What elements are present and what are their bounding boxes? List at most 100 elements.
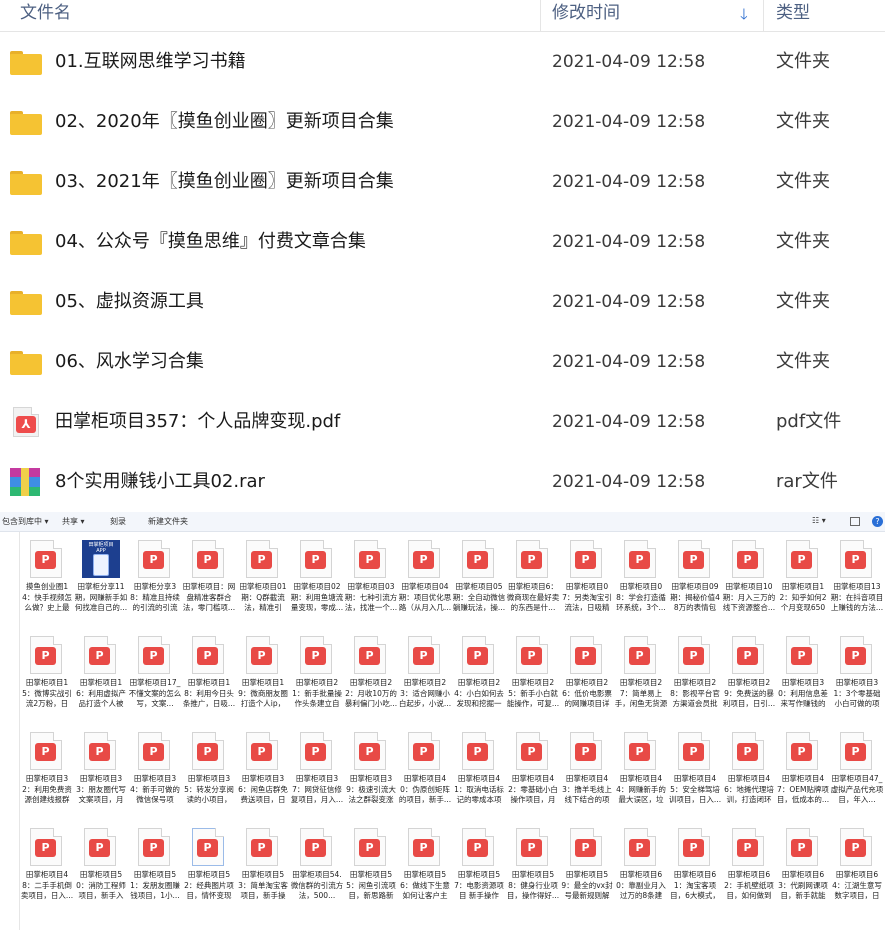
column-divider[interactable]	[763, 0, 764, 32]
file-row[interactable]: 8个实用赚钱小工具02.rar 2021-04-09 12:58 rar文件	[0, 452, 885, 512]
file-thumbnail[interactable]: P 田掌柜分享38：精准且持续的引流的引流方...	[128, 540, 182, 636]
file-thumbnail[interactable]: P 田掌柜项目47_虚拟产品代充项目，年入...	[830, 732, 884, 828]
file-row[interactable]: 02、2020年〖摸鱼创业圈〗更新项目合集 2021-04-09 12:58 文件夹	[0, 92, 885, 152]
file-thumbnail[interactable]: P 田掌柜项目15：微博实战引流2万粉，日入...	[20, 636, 74, 732]
file-thumbnail[interactable]: P 田掌柜项目03期：七种引流方法，找准一个...	[344, 540, 398, 636]
burn-button[interactable]: 刻录	[110, 516, 126, 527]
file-thumbnail[interactable]: P 田掌柜项目37：网贷征信修复项目，月入...	[290, 732, 344, 828]
file-thumbnail[interactable]: 田掌柜项目 APP 田掌柜分享11期，网赚新手如何找准自己的...	[74, 540, 128, 636]
file-name[interactable]: 05、虚拟资源工具	[55, 272, 204, 332]
navigation-pane[interactable]	[0, 532, 20, 930]
file-thumbnail[interactable]: P 田掌柜项目64：江湖生意写数字项目，日入...	[830, 828, 884, 924]
pdf-icon: P	[732, 636, 764, 674]
file-thumbnail[interactable]: P 田掌柜项目6：微商现在最好卖的东西是什...	[506, 540, 560, 636]
file-thumbnail[interactable]: P 田掌柜项目05期：全自动微信躺赚玩法，操...	[452, 540, 506, 636]
preview-pane-icon[interactable]	[850, 517, 860, 526]
file-thumbnail[interactable]: P 田掌柜项目13期：在抖音项目上赚钱的方法...	[830, 540, 884, 636]
file-thumbnail[interactable]: P 田掌柜项目04期：项目优化思路（从月入几...	[398, 540, 452, 636]
file-row[interactable]: 05、虚拟资源工具 2021-04-09 12:58 文件夹	[0, 272, 885, 332]
file-thumbnail[interactable]: P 田掌柜项目31：3个零基础小白可做的项目...	[830, 636, 884, 732]
explorer-thumbnail-view: 包含到库中 ▾ 共享 ▾ 刻录 新建文件夹 ☷ ▾ ? P 摸鱼创业圈14：快手视…	[0, 512, 885, 930]
file-thumbnail[interactable]: P 田掌柜项目01期：Q群截流法，精准引流，...	[236, 540, 290, 636]
column-header-name[interactable]: 文件名	[20, 0, 71, 32]
file-thumbnail[interactable]: P 田掌柜项目23：适合网赚小白起步，小说...	[398, 636, 452, 732]
file-thumbnail[interactable]: P 田掌柜项目57：电影资源项目 新手操作日...	[452, 828, 506, 924]
file-thumbnail[interactable]: P 田掌柜项目41：取消电话标记的零成本项目...	[452, 732, 506, 828]
file-thumbnail[interactable]: P 田掌柜项目59：最全的vx封号最新规则解读...	[560, 828, 614, 924]
file-thumbnail[interactable]: P 田掌柜项目10期：月入三万的线下资源整合...	[722, 540, 776, 636]
file-thumbnail[interactable]: P 田掌柜项目32：利用免费资源创建线报群组...	[20, 732, 74, 828]
file-thumbnail[interactable]: P 田掌柜项目26：低价电影票的网赚项目详解...	[560, 636, 614, 732]
file-thumbnail[interactable]: P 田掌柜项目45：安全梯驾培训项目，日入...	[668, 732, 722, 828]
file-thumbnail[interactable]: P 田掌柜项目29：免费送的暴利项目，日引...	[722, 636, 776, 732]
file-thumbnail[interactable]: P 田掌柜项目40：伪原创矩阵的项目，新手...	[398, 732, 452, 828]
file-name[interactable]: 06、风水学习合集	[55, 332, 204, 392]
new-folder-button[interactable]: 新建文件夹	[148, 516, 188, 527]
file-row[interactable]: 04、公众号『摸鱼思维』付费文章合集 2021-04-09 12:58 文件夹	[0, 212, 885, 272]
file-thumbnail[interactable]: P 摸鱼创业圈14：快手视频怎么做？史上最强...	[20, 540, 74, 636]
file-thumbnail[interactable]: P 田掌柜项目22：月收10万的暴利偏门小吃...	[344, 636, 398, 732]
file-thumbnail[interactable]: P 田掌柜项目02期：利用鱼塘流量变现，零成...	[290, 540, 344, 636]
file-name[interactable]: 01.互联网思维学习书籍	[55, 32, 246, 92]
file-thumbnail[interactable]: P 田掌柜项目19：微商朋友圈打造个人ip，提...	[236, 636, 290, 732]
file-thumbnail[interactable]: P 田掌柜项目52：经典图片项目，情怀变现月...	[182, 828, 236, 924]
file-row[interactable]: 01.互联网思维学习书籍 2021-04-09 12:58 文件夹	[0, 32, 885, 92]
file-thumbnail[interactable]: P 田掌柜项目27：简单易上手，闲鱼无货源店...	[614, 636, 668, 732]
file-thumbnail[interactable]: P 田掌柜项目12：知乎如何2个月变现650万...	[776, 540, 830, 636]
file-thumbnail[interactable]: P 田掌柜项目44：网赚新手的最大误区，垃圾...	[614, 732, 668, 828]
file-thumbnail[interactable]: P 田掌柜项目30：利用信息差来写作赚钱的项...	[776, 636, 830, 732]
file-name[interactable]: 田掌柜项目357：个人品牌变现.pdf	[55, 392, 340, 452]
file-thumbnail[interactable]: P 田掌柜项目47：OEM贴牌项目，低成本的...	[776, 732, 830, 828]
file-row[interactable]: 03、2021年〖摸鱼创业圈〗更新项目合集 2021-04-09 12:58 文件夹	[0, 152, 885, 212]
file-thumbnail[interactable]: P 田掌柜项目18：利用今日头条推广，日吸...	[182, 636, 236, 732]
file-thumbnail[interactable]: P 田掌柜项目63：代刷网课项目，新手就能月...	[776, 828, 830, 924]
file-thumbnail[interactable]: P 田掌柜项目55：闲鱼引流项目，新思路新玩...	[344, 828, 398, 924]
column-header-type[interactable]: 类型	[776, 0, 810, 32]
file-thumbnail[interactable]: P 田掌柜项目21：新手批量操作头条建立自动...	[290, 636, 344, 732]
file-thumbnail[interactable]: P 田掌柜项目36：闲鱼店群免费送项目，日赚...	[236, 732, 290, 828]
file-thumbnail[interactable]: P 田掌柜项目43：撸羊毛线上线下结合的项目...	[560, 732, 614, 828]
file-thumbnail[interactable]: P 田掌柜项目34：新手可做的微信保号项目，...	[128, 732, 182, 828]
file-thumbnail[interactable]: P 田掌柜项目35：转发分享阅读的小项目，日...	[182, 732, 236, 828]
file-thumbnail[interactable]: P 田掌柜项目58：健身行业项目，操作得好...	[506, 828, 560, 924]
file-thumbnail[interactable]: P 田掌柜项目25：新手小白就能操作，可复...	[506, 636, 560, 732]
file-thumbnail[interactable]: P 田掌柜项目61：淘宝客项目，6大模式，双...	[668, 828, 722, 924]
file-thumbnail[interactable]: P 田掌柜项目53：简单淘宝客项目，新手操作...	[236, 828, 290, 924]
file-thumbnail[interactable]: P 田掌柜项目46：地摊代理培训，打造闭环系...	[722, 732, 776, 828]
file-thumbnail[interactable]: P 田掌柜项目09期：揭秘价值48万的表情包公...	[668, 540, 722, 636]
file-name[interactable]: 04、公众号『摸鱼思维』付费文章合集	[55, 212, 366, 272]
file-thumbnail[interactable]: P 田掌柜项目39：极速引流大法之群裂变涨粉...	[344, 732, 398, 828]
file-row[interactable]: 06、风水学习合集 2021-04-09 12:58 文件夹	[0, 332, 885, 392]
file-name[interactable]: 03、2021年〖摸鱼创业圈〗更新项目合集	[55, 152, 394, 212]
file-thumbnail[interactable]: P 田掌柜项目33：朋友圈代写文案项目，月入...	[74, 732, 128, 828]
file-thumbnail[interactable]: P 田掌柜项目50：消防工程师项目，新手入门...	[74, 828, 128, 924]
pdf-icon: P	[246, 828, 278, 866]
file-thumbnail[interactable]: P 田掌柜项目17_不懂文案的怎么写，文案...	[128, 636, 182, 732]
file-thumbnail[interactable]: P 田掌柜项目：网盘精准客群合法，零门槛项...	[182, 540, 236, 636]
share-button[interactable]: 共享 ▾	[62, 516, 85, 527]
file-thumbnail[interactable]: P 田掌柜项目48：二手手机倒卖项目，日入...	[20, 828, 74, 924]
view-options-icon[interactable]: ☷ ▾	[812, 516, 826, 525]
file-name[interactable]: 8个实用赚钱小工具02.rar	[55, 452, 265, 512]
file-thumbnail[interactable]: P 田掌柜项目56：做线下生意如何让客户主动...	[398, 828, 452, 924]
include-in-library-button[interactable]: 包含到库中 ▾	[2, 516, 49, 527]
file-thumbnail[interactable]: P 田掌柜项目54.微信群的引流方法，500...	[290, 828, 344, 924]
file-name[interactable]: 02、2020年〖摸鱼创业圈〗更新项目合集	[55, 92, 394, 152]
file-thumbnail[interactable]: P 田掌柜项目07：另类淘宝引流法，日吸精准...	[560, 540, 614, 636]
file-thumbnail[interactable]: P 田掌柜项目62：手机壁纸项目，如何做到日...	[722, 828, 776, 924]
file-thumbnail[interactable]: P 田掌柜项目28：影视平台官方渠道会员批发...	[668, 636, 722, 732]
file-thumbnail[interactable]: P 田掌柜项目16：利用虚拟产品打造个人被动...	[74, 636, 128, 732]
help-icon[interactable]: ?	[872, 516, 883, 527]
pdf-icon: P	[192, 732, 224, 770]
pdf-icon: P	[624, 732, 656, 770]
pdf-icon: P	[786, 732, 818, 770]
file-thumbnail[interactable]: P 田掌柜项目08：学会打造循环系统，3个...	[614, 540, 668, 636]
file-thumbnail[interactable]: P 田掌柜项目42：零基础小白操作项目，月入...	[506, 732, 560, 828]
file-thumbnail[interactable]: P 田掌柜项目60：靠副业月入过万的8条建议...	[614, 828, 668, 924]
file-caption: 田掌柜项目57：电影资源项目 新手操作日...	[454, 870, 504, 902]
file-thumbnail[interactable]: P 田掌柜项目51：发朋友圈赚钱项目，1小...	[128, 828, 182, 924]
column-divider[interactable]	[540, 0, 541, 32]
column-header-date[interactable]: 修改时间	[552, 0, 620, 32]
file-thumbnail[interactable]: P 田掌柜项目24：小白如何去发现和挖掘一个...	[452, 636, 506, 732]
file-row[interactable]: ⅄ 田掌柜项目357：个人品牌变现.pdf 2021-04-09 12:58 pdf文…	[0, 392, 885, 452]
